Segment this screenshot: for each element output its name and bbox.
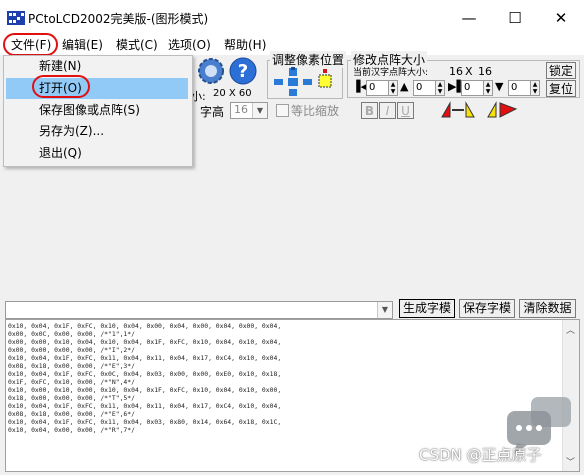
- close-button[interactable]: ✕: [538, 0, 584, 35]
- matrix-width: 16: [449, 65, 463, 78]
- spin-left[interactable]: 0: [366, 80, 390, 96]
- menu-file[interactable]: 文件(F): [11, 35, 51, 55]
- chevron-down-icon: ▼: [252, 103, 267, 118]
- data-line: 0x10, 0x04, 0x1F, 0xFC, 0x10, 0x04, 0x00…: [8, 322, 282, 330]
- scroll-up-icon[interactable]: ︿: [566, 323, 575, 336]
- matrix-x: X: [465, 65, 473, 78]
- proportional-checkbox[interactable]: [276, 104, 289, 117]
- underline-button[interactable]: U: [397, 102, 414, 119]
- svg-text:?: ?: [238, 61, 248, 82]
- menu-new[interactable]: 新建(N): [6, 56, 188, 77]
- data-line: 0x10, 0x04, 0x00, 0x00, /*"R",7*/: [8, 426, 135, 434]
- chevron-down-icon: ▼: [377, 302, 392, 318]
- spin-top[interactable]: 0: [413, 80, 437, 96]
- italic-button[interactable]: I: [379, 102, 396, 119]
- data-line: 0x10, 0x04, 0x1F, 0xFC, 0x11, 0x04, 0x11…: [8, 354, 282, 362]
- spin-right-arrows[interactable]: ▲ ▼: [483, 80, 493, 96]
- arrow-down-icon[interactable]: ▼: [495, 80, 503, 93]
- app-icon: [7, 11, 25, 25]
- spin-left-arrows[interactable]: ▲ ▼: [388, 80, 398, 96]
- menu-exit[interactable]: 退出(Q): [6, 143, 188, 164]
- current-size-label: 当前汉字点阵大小:: [353, 68, 429, 78]
- text-input-combo[interactable]: ▼: [5, 301, 393, 319]
- data-line: 0x1F, 0xFC, 0x10, 0x00, /*"N",4*/: [8, 378, 135, 386]
- menu-save-as[interactable]: 另存为(Z)...: [6, 121, 188, 142]
- data-line: 0x10, 0x04, 0x1F, 0xFC, 0x0C, 0x04, 0x03…: [8, 370, 282, 378]
- data-line: 0x08, 0x18, 0x00, 0x00, /*"E",3*/: [8, 362, 135, 370]
- arrow-up-icon[interactable]: ▲: [400, 80, 408, 93]
- menu-open[interactable]: 打开(O): [6, 78, 188, 99]
- watermark: CSDN @正点原子: [419, 446, 542, 464]
- generate-button[interactable]: 生成字模: [399, 299, 455, 318]
- size-value: 20 X 60: [213, 88, 252, 99]
- spin-right[interactable]: 0: [461, 80, 485, 96]
- data-line: 0x00, 0x00, 0x00, 0x00, /*"I",2*/: [8, 346, 135, 354]
- data-line: 0x18, 0x00, 0x00, 0x00, /*"T",5*/: [8, 394, 135, 402]
- data-line: 0x08, 0x18, 0x00, 0x00, /*"E",6*/: [8, 410, 135, 418]
- font-height-label: 字高: [200, 105, 225, 119]
- help-icon[interactable]: ?: [228, 56, 258, 86]
- gear-icon[interactable]: [196, 56, 226, 86]
- spin-top-arrows[interactable]: ▲ ▼: [435, 80, 445, 96]
- adjust-pixel-title: 调整像素位置: [270, 51, 347, 68]
- file-dropdown-menu: 新建(N) 打开(O) 保存图像或点阵(S) 另存为(Z)... 退出(Q): [3, 55, 193, 167]
- spin-bottom-arrows[interactable]: ▲ ▼: [530, 80, 540, 96]
- data-line: 0x00, 0x0C, 0x00, 0x00, /*"1",1*/: [8, 330, 135, 338]
- flip-vertical-icon[interactable]: [484, 101, 520, 119]
- data-line: 0x10, 0x04, 0x1F, 0xFC, 0x11, 0x04, 0x11…: [8, 402, 282, 410]
- menu-options[interactable]: 选项(O): [168, 35, 211, 55]
- clear-button[interactable]: 清除数据: [519, 299, 576, 318]
- minimize-button[interactable]: —: [446, 0, 492, 35]
- maximize-button[interactable]: ☐: [492, 0, 538, 35]
- menu-help[interactable]: 帮助(H): [224, 35, 266, 55]
- save-button[interactable]: 保存字模: [459, 299, 515, 318]
- bold-button[interactable]: B: [361, 102, 378, 119]
- spin-bottom[interactable]: 0: [508, 80, 532, 96]
- menu-save-image[interactable]: 保存图像或点阵(S): [6, 100, 188, 121]
- font-height-select[interactable]: 16 ▼: [230, 102, 268, 119]
- lock-button[interactable]: 锁定: [546, 62, 576, 79]
- shift-arrows-icon[interactable]: [272, 67, 342, 97]
- restore-button[interactable]: 复位: [546, 80, 576, 97]
- data-line: 0x10, 0x00, 0x10, 0x00, 0x10, 0x04, 0x1F…: [8, 386, 282, 394]
- menu-mode[interactable]: 模式(C): [116, 35, 158, 55]
- window-title: PCtoLCD2002完美版-(图形模式): [28, 12, 209, 26]
- data-line: 0x00, 0x00, 0x10, 0x04, 0x10, 0x04, 0x1F…: [8, 338, 282, 346]
- proportional-label: 等比缩放: [291, 104, 340, 118]
- app-window: PCtoLCD2002完美版-(图形模式) — ☐ ✕ 文件(F) 编辑(E) …: [0, 0, 584, 475]
- matrix-height: 16: [478, 65, 492, 78]
- menu-edit[interactable]: 编辑(E): [62, 35, 103, 55]
- size-label: 小:: [191, 90, 206, 103]
- data-line: 0x10, 0x04, 0x1F, 0xFC, 0x11, 0x04, 0x03…: [8, 418, 282, 426]
- flip-horizontal-icon[interactable]: [440, 101, 476, 119]
- title-bar: PCtoLCD2002完美版-(图形模式) — ☐ ✕: [0, 0, 584, 35]
